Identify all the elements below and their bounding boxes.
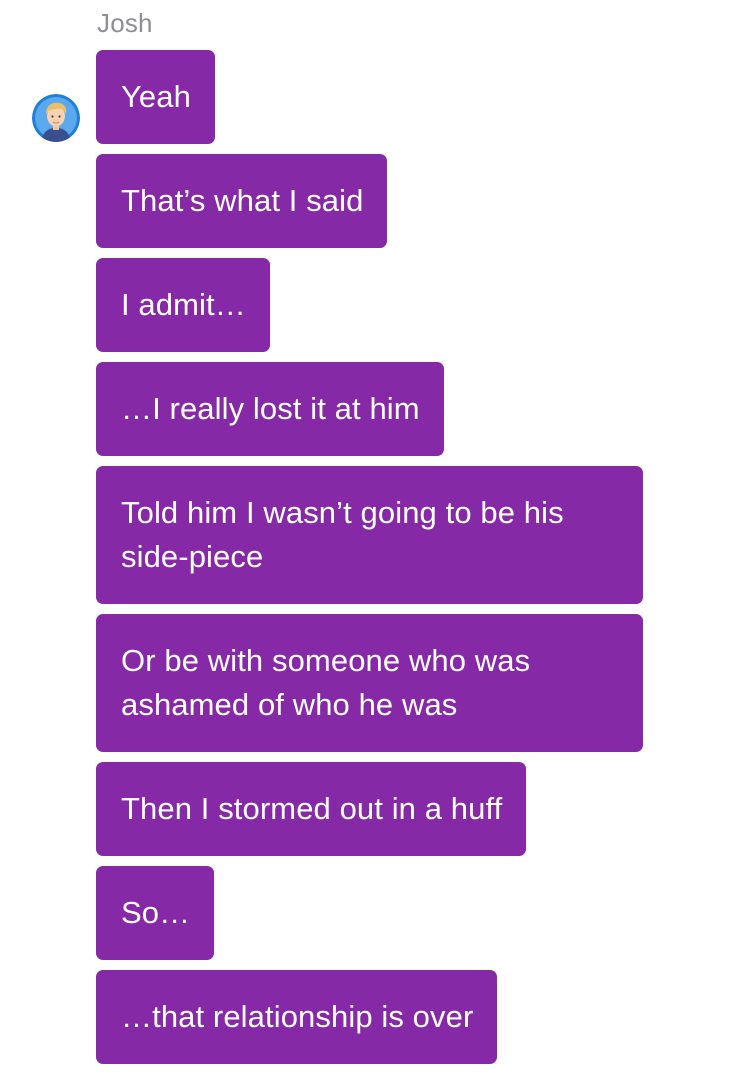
message-list: Yeah That’s what I said I admit… …I real…	[96, 50, 716, 1074]
message-bubble[interactable]: Told him I wasn’t going to be his side-p…	[96, 466, 643, 604]
message-bubble[interactable]: Then I stormed out in a huff	[96, 762, 527, 856]
user-avatar-icon[interactable]	[32, 94, 80, 142]
sender-name: Josh	[97, 8, 153, 38]
message-bubble[interactable]: …I really lost it at him	[96, 362, 444, 456]
message-bubble[interactable]: So…	[96, 866, 215, 960]
message-bubble[interactable]: Or be with someone who was ashamed of wh…	[96, 614, 643, 752]
message-bubble[interactable]: …that relationship is over	[96, 970, 498, 1064]
message-bubble[interactable]: That’s what I said	[96, 154, 388, 248]
message-bubble[interactable]: Yeah	[96, 50, 215, 144]
message-bubble[interactable]: I admit…	[96, 258, 270, 352]
